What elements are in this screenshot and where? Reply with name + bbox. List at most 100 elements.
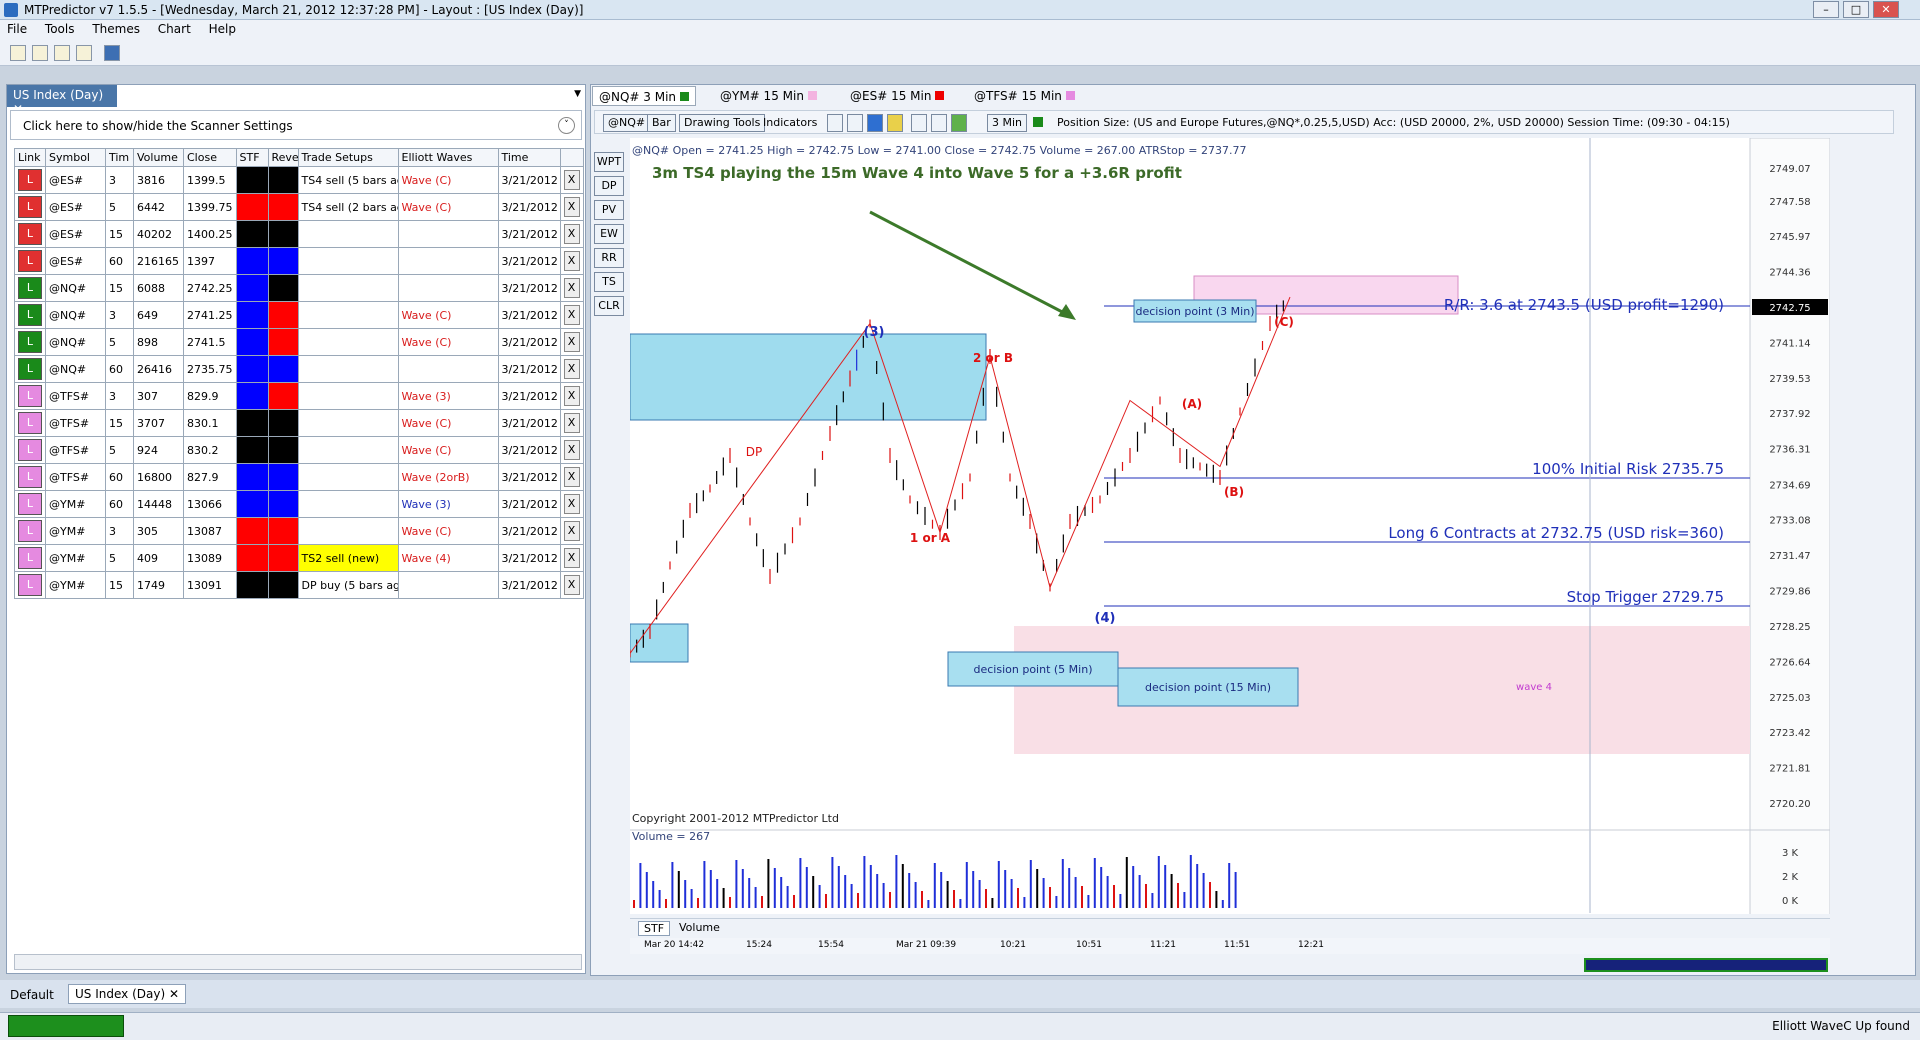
symbol-button[interactable]: @NQ# xyxy=(603,114,651,132)
remove-cell[interactable]: X xyxy=(559,463,584,491)
chart-icon[interactable] xyxy=(32,45,48,61)
save-icon[interactable] xyxy=(104,45,120,61)
remove-row-button[interactable]: X xyxy=(563,521,580,541)
link-cell[interactable]: L xyxy=(14,382,46,410)
side-button-rr[interactable]: RR xyxy=(594,248,624,268)
link-button[interactable]: L xyxy=(18,304,42,326)
tab-volume[interactable]: Volume xyxy=(674,921,725,934)
tab-us-index[interactable]: US Index (Day) ✕ xyxy=(7,85,117,116)
remove-cell[interactable]: X xyxy=(559,571,584,599)
table-row[interactable]: L @YM# 5 409 13089 TS2 sell (new) Wave (4) 3/21… xyxy=(14,544,584,572)
link-cell[interactable]: L xyxy=(14,571,46,599)
remove-cell[interactable]: X xyxy=(559,328,584,356)
remove-row-button[interactable]: X xyxy=(563,575,580,595)
menu-tools[interactable]: Tools xyxy=(38,20,82,38)
minimize-button[interactable]: – xyxy=(1813,1,1839,18)
column-header[interactable]: Close xyxy=(183,148,237,167)
scanner-settings-toggle[interactable]: Click here to show/hide the Scanner Sett… xyxy=(10,110,582,140)
table-row[interactable]: L @ES# 60 216165 1397 3/21/2012 X xyxy=(14,247,584,275)
remove-row-button[interactable]: X xyxy=(563,359,580,379)
link-button[interactable]: L xyxy=(18,412,42,434)
menu-chart[interactable]: Chart xyxy=(151,20,198,38)
remove-row-button[interactable]: X xyxy=(563,386,580,406)
link-button[interactable]: L xyxy=(18,331,42,353)
tab-ym-15min[interactable]: @YM# 15 Min xyxy=(714,86,823,106)
remove-cell[interactable]: X xyxy=(559,409,584,437)
column-header[interactable]: Time xyxy=(497,148,561,167)
side-button-wpt[interactable]: WPT xyxy=(594,152,624,172)
remove-row-button[interactable]: X xyxy=(563,251,580,271)
table-row[interactable]: L @YM# 60 14448 13066 Wave (3) 3/21/2012 X xyxy=(14,490,584,518)
eye-icon[interactable] xyxy=(54,45,70,61)
link-button[interactable]: L xyxy=(18,547,42,569)
link-cell[interactable]: L xyxy=(14,544,46,572)
remove-row-button[interactable]: X xyxy=(563,170,580,190)
column-header[interactable]: STF xyxy=(235,148,269,167)
side-button-dp[interactable]: DP xyxy=(594,176,624,196)
table-row[interactable]: L @NQ# 60 26416 2735.75 3/21/2012 X xyxy=(14,355,584,383)
bar-button[interactable]: Bar xyxy=(647,114,676,132)
remove-cell[interactable]: X xyxy=(559,166,584,194)
link-cell[interactable]: L xyxy=(14,220,46,248)
info-icon[interactable] xyxy=(867,114,883,132)
table-row[interactable]: L @YM# 15 1749 13091 DP buy (5 bars ag 3/21/20… xyxy=(14,571,584,599)
zoom-out-icon[interactable] xyxy=(931,114,947,132)
side-button-ew[interactable]: EW xyxy=(594,224,624,244)
link-cell[interactable]: L xyxy=(14,409,46,437)
open-icon[interactable] xyxy=(10,45,26,61)
tab-nq-3min[interactable]: @NQ# 3 Min xyxy=(592,86,696,106)
menu-themes[interactable]: Themes xyxy=(85,20,147,38)
crosshair-icon[interactable] xyxy=(887,114,903,132)
remove-row-button[interactable]: X xyxy=(563,548,580,568)
link-button[interactable]: L xyxy=(18,250,42,272)
link-button[interactable]: L xyxy=(18,439,42,461)
link-button[interactable]: L xyxy=(18,385,42,407)
column-header[interactable]: Trade Setups xyxy=(297,148,399,167)
link-button[interactable]: L xyxy=(18,574,42,596)
remove-cell[interactable]: X xyxy=(559,544,584,572)
chevron-down-icon[interactable]: ˅ xyxy=(558,117,575,134)
close-button[interactable]: ✕ xyxy=(1873,1,1899,18)
remove-cell[interactable]: X xyxy=(559,220,584,248)
panel-menu-icon[interactable]: ▼ xyxy=(574,89,581,99)
link-button[interactable]: L xyxy=(18,196,42,218)
link-cell[interactable]: L xyxy=(14,355,46,383)
link-button[interactable]: L xyxy=(18,493,42,515)
refresh-icon[interactable] xyxy=(951,114,967,132)
table-row[interactable]: L @TFS# 15 3707 830.1 Wave (C) 3/21/2012 X xyxy=(14,409,584,437)
remove-row-button[interactable]: X xyxy=(563,467,580,487)
remove-cell[interactable]: X xyxy=(559,355,584,383)
link-cell[interactable]: L xyxy=(14,328,46,356)
remove-row-button[interactable]: X xyxy=(563,440,580,460)
link-button[interactable]: L xyxy=(18,223,42,245)
menu-file[interactable]: File xyxy=(0,20,34,38)
link-button[interactable]: L xyxy=(18,169,42,191)
menu-help[interactable]: Help xyxy=(202,20,243,38)
print-icon[interactable] xyxy=(827,114,843,132)
table-row[interactable]: L @YM# 3 305 13087 Wave (C) 3/21/2012 X xyxy=(14,517,584,545)
indicators-button[interactable]: Indicators xyxy=(763,116,817,129)
side-button-pv[interactable]: PV xyxy=(594,200,624,220)
link-cell[interactable]: L xyxy=(14,193,46,221)
tab-us-index-day[interactable]: US Index (Day) ✕ xyxy=(68,984,186,1004)
side-button-clr[interactable]: CLR xyxy=(594,296,624,316)
remove-cell[interactable]: X xyxy=(559,193,584,221)
table-row[interactable]: L @ES# 3 3816 1399.5 TS4 sell (5 bars ag Wave … xyxy=(14,166,584,194)
link-button[interactable]: L xyxy=(18,520,42,542)
gear-icon[interactable] xyxy=(847,114,863,132)
zoom-in-icon[interactable] xyxy=(911,114,927,132)
remove-row-button[interactable]: X xyxy=(563,197,580,217)
link-cell[interactable]: L xyxy=(14,301,46,329)
remove-row-button[interactable]: X xyxy=(563,494,580,514)
tab-default[interactable]: Default xyxy=(10,988,54,1002)
column-header[interactable]: Reve xyxy=(267,148,299,167)
table-row[interactable]: L @TFS# 5 924 830.2 Wave (C) 3/21/2012 X xyxy=(14,436,584,464)
link-cell[interactable]: L xyxy=(14,247,46,275)
horizontal-scrollbar[interactable] xyxy=(14,954,582,970)
table-row[interactable]: L @NQ# 15 6088 2742.25 3/21/2012 X xyxy=(14,274,584,302)
interval-button[interactable]: 3 Min xyxy=(987,114,1028,132)
link-button[interactable]: L xyxy=(18,358,42,380)
chart-scrollbar[interactable] xyxy=(1584,958,1828,972)
table-row[interactable]: L @TFS# 3 307 829.9 Wave (3) 3/21/2012 X xyxy=(14,382,584,410)
link-button[interactable]: L xyxy=(18,277,42,299)
